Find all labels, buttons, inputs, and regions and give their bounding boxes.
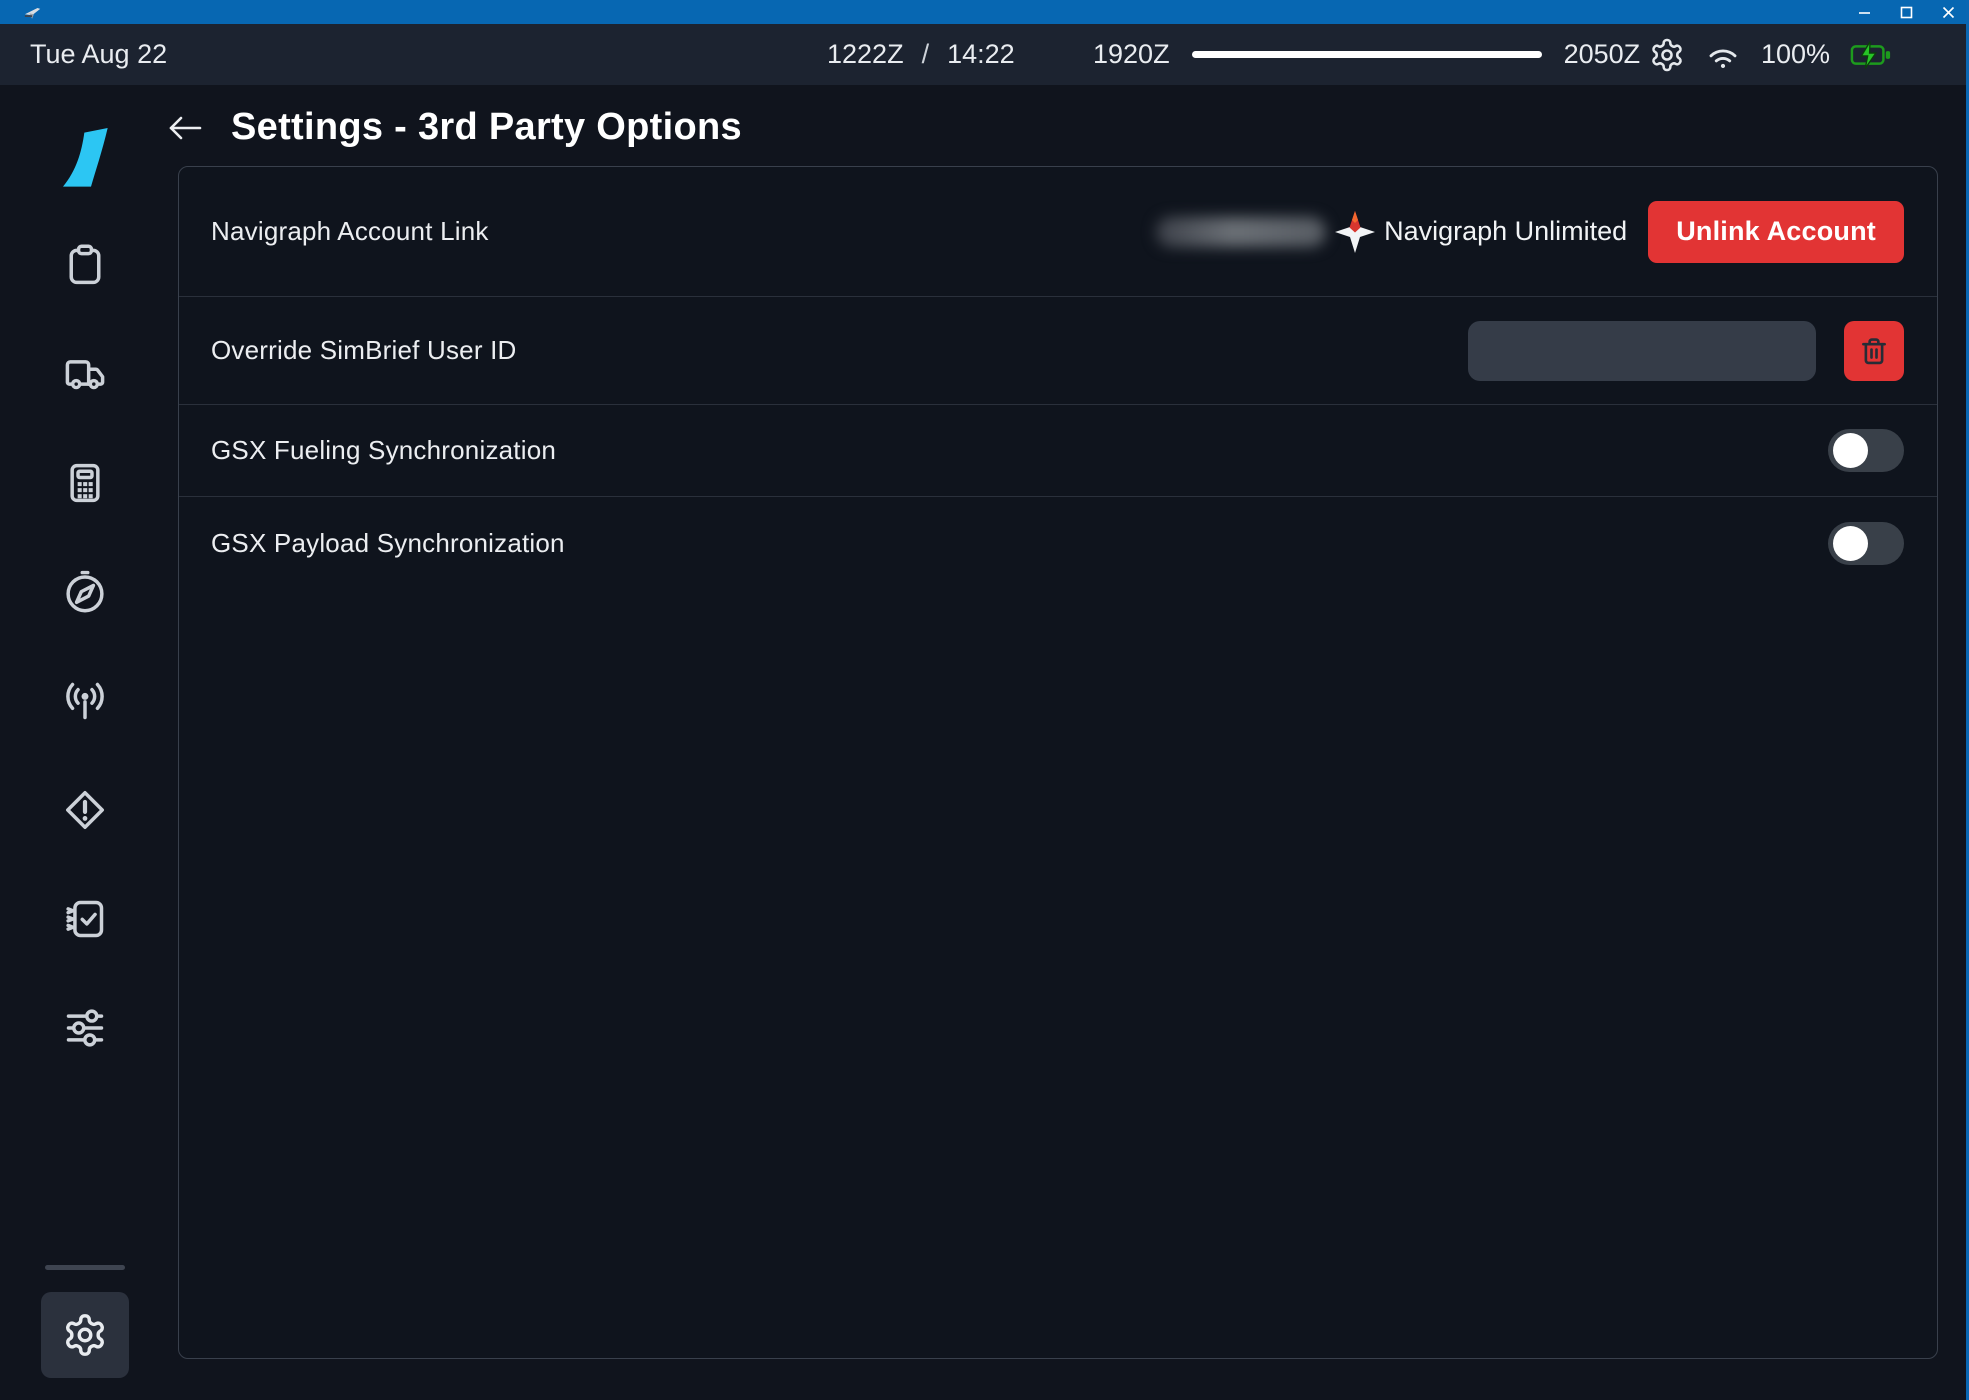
flight-end-time: 2050Z xyxy=(1564,39,1641,70)
sidebar-item-radio[interactable] xyxy=(63,679,107,723)
battery-charging-icon xyxy=(1850,40,1892,70)
gear-icon xyxy=(1649,37,1685,73)
efb-window: Tue Aug 22 1222Z / 14:22 1920Z 2050Z 100… xyxy=(0,0,1969,1400)
main-content: Settings - 3rd Party Options Navigraph A… xyxy=(165,85,1966,1400)
gsx-fueling-toggle[interactable] xyxy=(1828,429,1904,472)
blurred-account-name xyxy=(1156,217,1326,247)
sidebar-item-failures[interactable] xyxy=(63,788,107,832)
wifi-icon xyxy=(1705,37,1741,73)
sidebar-item-options[interactable] xyxy=(63,1006,107,1050)
gear-icon xyxy=(62,1312,108,1358)
airline-tailfin-logo[interactable] xyxy=(54,128,116,188)
close-icon xyxy=(1942,6,1955,19)
sidebar-item-navigation[interactable] xyxy=(63,570,107,614)
battery-percent: 100% xyxy=(1761,39,1830,70)
unlink-account-button[interactable]: Unlink Account xyxy=(1648,201,1904,263)
flight-progress-bar xyxy=(1192,51,1542,58)
truck-icon xyxy=(63,352,107,396)
wifi-indicator xyxy=(1705,37,1741,73)
sidebar-divider xyxy=(45,1265,125,1270)
maximize-button[interactable] xyxy=(1885,0,1927,24)
sidebar-item-flight-plan[interactable] xyxy=(63,243,107,287)
gsx-payload-row: GSX Payload Synchronization xyxy=(179,497,1937,590)
status-date: Tue Aug 22 xyxy=(30,24,167,85)
sidebar-item-performance[interactable] xyxy=(63,461,107,505)
gsx-payload-toggle[interactable] xyxy=(1828,522,1904,565)
sidebar-nav xyxy=(0,85,170,1400)
notebook-check-icon xyxy=(63,897,107,941)
minimize-icon xyxy=(1858,6,1871,19)
gsx-fueling-label: GSX Fueling Synchronization xyxy=(211,435,556,466)
sidebar-item-ground-services[interactable] xyxy=(63,352,107,396)
minimize-button[interactable] xyxy=(1843,0,1885,24)
time-separator: / xyxy=(920,39,932,70)
page-title: Settings - 3rd Party Options xyxy=(231,106,742,149)
status-clock: 1222Z / 14:22 xyxy=(827,24,1015,85)
status-icons: 100% xyxy=(1649,24,1892,85)
window-titlebar xyxy=(0,0,1969,24)
simbrief-override-label: Override SimBrief User ID xyxy=(211,335,517,366)
back-arrow-icon xyxy=(167,113,203,143)
toggle-knob xyxy=(1833,433,1868,468)
navigraph-plan-label: Navigraph Unlimited xyxy=(1384,216,1627,247)
back-button[interactable] xyxy=(165,111,205,145)
navigraph-logo-icon xyxy=(1335,211,1375,253)
settings-card: Navigraph Account Link Navigraph Unlimit… xyxy=(178,166,1938,1359)
simbrief-override-row: Override SimBrief User ID xyxy=(179,297,1937,405)
maximize-icon xyxy=(1900,6,1913,19)
clear-simbrief-id-button[interactable] xyxy=(1844,321,1904,381)
sliders-icon xyxy=(63,1006,107,1050)
warning-diamond-icon xyxy=(63,788,107,832)
simbrief-user-id-input[interactable] xyxy=(1468,321,1816,381)
navigraph-account-label: Navigraph Account Link xyxy=(211,216,489,247)
statusbar-settings-button[interactable] xyxy=(1649,37,1685,73)
compass-icon xyxy=(63,570,107,614)
trash-icon xyxy=(1859,335,1889,367)
toggle-knob xyxy=(1833,526,1868,561)
sidebar-item-settings-active[interactable] xyxy=(41,1292,129,1378)
flight-times: 1920Z 2050Z xyxy=(1093,24,1640,85)
gsx-fueling-row: GSX Fueling Synchronization xyxy=(179,405,1937,497)
airplane-app-icon xyxy=(24,5,42,20)
battery-indicator xyxy=(1850,40,1892,70)
close-button[interactable] xyxy=(1927,0,1969,24)
gsx-payload-label: GSX Payload Synchronization xyxy=(211,528,565,559)
sidebar-item-checklist[interactable] xyxy=(63,897,107,941)
broadcast-antenna-icon xyxy=(63,679,107,723)
flight-start-time: 1920Z xyxy=(1093,39,1170,70)
status-bar: Tue Aug 22 1222Z / 14:22 1920Z 2050Z 100… xyxy=(0,24,1966,85)
calculator-icon xyxy=(63,461,107,505)
utc-time: 1222Z xyxy=(827,39,904,70)
navigraph-account-row: Navigraph Account Link Navigraph Unlimit… xyxy=(179,167,1937,297)
clipboard-icon xyxy=(63,243,107,287)
local-time: 14:22 xyxy=(947,39,1015,70)
